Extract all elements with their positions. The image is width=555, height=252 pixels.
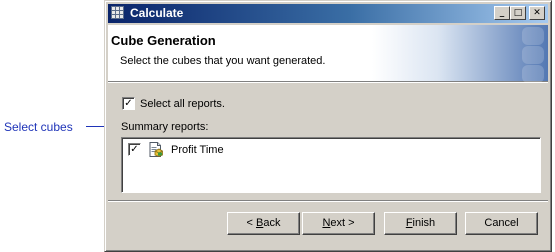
title-bar[interactable]: Calculate _ □ ✕ — [108, 4, 548, 23]
annotation-label: Select cubes — [4, 120, 73, 134]
back-rest: ack — [263, 217, 281, 229]
select-all-label[interactable]: Select all reports. — [140, 98, 225, 110]
calculate-dialog: Calculate _ □ ✕ Cube Generation Select t… — [104, 0, 552, 252]
cancel-button[interactable]: Cancel — [465, 212, 538, 235]
footer-divider-highlight — [108, 201, 548, 202]
back-prefix: < — [246, 217, 256, 229]
finish-mnemonic: F — [405, 217, 413, 229]
window-title: Calculate — [130, 6, 184, 20]
next-rest: ext > — [330, 217, 355, 229]
report-document-icon — [149, 142, 163, 157]
wizard-header: Cube Generation Select the cubes that yo… — [108, 25, 548, 83]
minimize-button[interactable]: _ — [494, 6, 510, 20]
finish-rest: inish — [412, 217, 436, 229]
summary-reports-list[interactable]: ✓ Profit Time — [121, 137, 541, 193]
list-item[interactable]: ✓ Profit Time — [128, 142, 328, 158]
header-decoration — [488, 25, 548, 83]
close-button[interactable]: ✕ — [529, 6, 545, 20]
page-subtitle: Select the cubes that you want generated… — [120, 55, 326, 67]
select-all-checkbox[interactable]: ✓ — [122, 97, 135, 110]
page-title: Cube Generation — [111, 33, 216, 48]
finish-button[interactable]: Finish — [384, 212, 457, 235]
maximize-button[interactable]: □ — [510, 6, 526, 20]
profit-time-label[interactable]: Profit Time — [171, 144, 224, 156]
header-divider — [108, 82, 548, 83]
summary-reports-label: Summary reports: — [121, 121, 209, 133]
back-button[interactable]: < Back — [227, 212, 300, 235]
calculator-app-icon — [111, 6, 124, 19]
profit-time-checkbox[interactable]: ✓ — [128, 143, 141, 156]
next-button[interactable]: Next > — [302, 212, 375, 235]
